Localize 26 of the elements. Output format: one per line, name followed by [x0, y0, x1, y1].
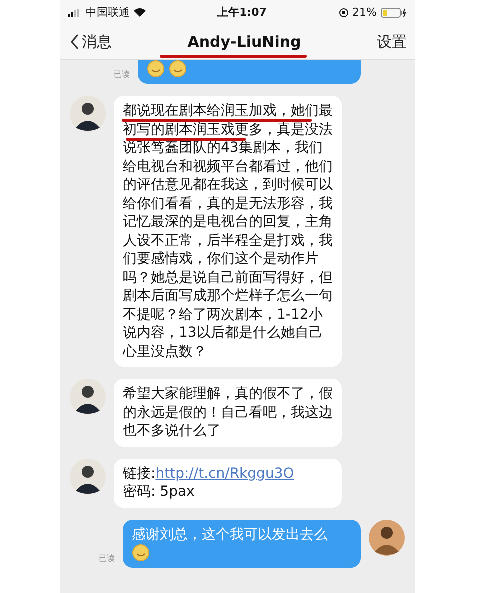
- status-time: 上午1:07: [218, 5, 267, 20]
- password-text: 密码: 5pax: [123, 483, 195, 502]
- battery-icon: [380, 8, 407, 18]
- chevron-left-icon: [70, 34, 80, 50]
- link-label: 链接:: [123, 466, 156, 482]
- read-receipt: 已读: [99, 553, 115, 564]
- read-receipt: 已读: [114, 69, 130, 80]
- chat-title: Andy-LiuNing: [188, 33, 302, 51]
- emoji-icon: [147, 60, 165, 78]
- avatar-icon[interactable]: [70, 96, 106, 132]
- avatar-icon[interactable]: [369, 520, 405, 556]
- message-text: 感谢刘总，这个我可以发出去么: [132, 526, 328, 544]
- message-bubble: 希望大家能理解，真的假不了，假的永远是假的！自己看吧，我这边也不多说什么了: [114, 379, 342, 446]
- signal-icon: [68, 8, 82, 16]
- avatar-icon[interactable]: [70, 458, 106, 494]
- emoji-icon: [169, 60, 187, 78]
- back-button[interactable]: 消息: [70, 32, 112, 52]
- wifi-icon: [134, 8, 146, 17]
- emoji-icon: [132, 544, 150, 562]
- rotation-lock-icon: [338, 8, 349, 18]
- message-bubble: 都说现在剧本给润玉加戏，她们最初写的剧本润玉戏更多，真是没法说张笃蠢团队的43集剧本，我们给电视台和视频平台都看过，他们的评估意见都在我这，到时候可以给你们看看，真的是无法形容，我记忆最深的是电视台的回复，主角人设不正常，后半程全是打戏，我们要感情戏，你们这个是动作片吗？她总是说自己前面写得好，但剧本后面写成那个烂样子怎么一句不提呢？给了两次剧本，1-12小说内容，13以后都是什么她自己心里没点数？: [114, 96, 342, 367]
- battery-percent: 21%: [352, 6, 377, 19]
- carrier-name: 中国联通: [86, 5, 130, 20]
- message-link[interactable]: http://t.cn/Rkggu3O: [156, 466, 294, 482]
- avatar-icon[interactable]: [70, 379, 106, 415]
- settings-button[interactable]: 设置: [377, 32, 407, 52]
